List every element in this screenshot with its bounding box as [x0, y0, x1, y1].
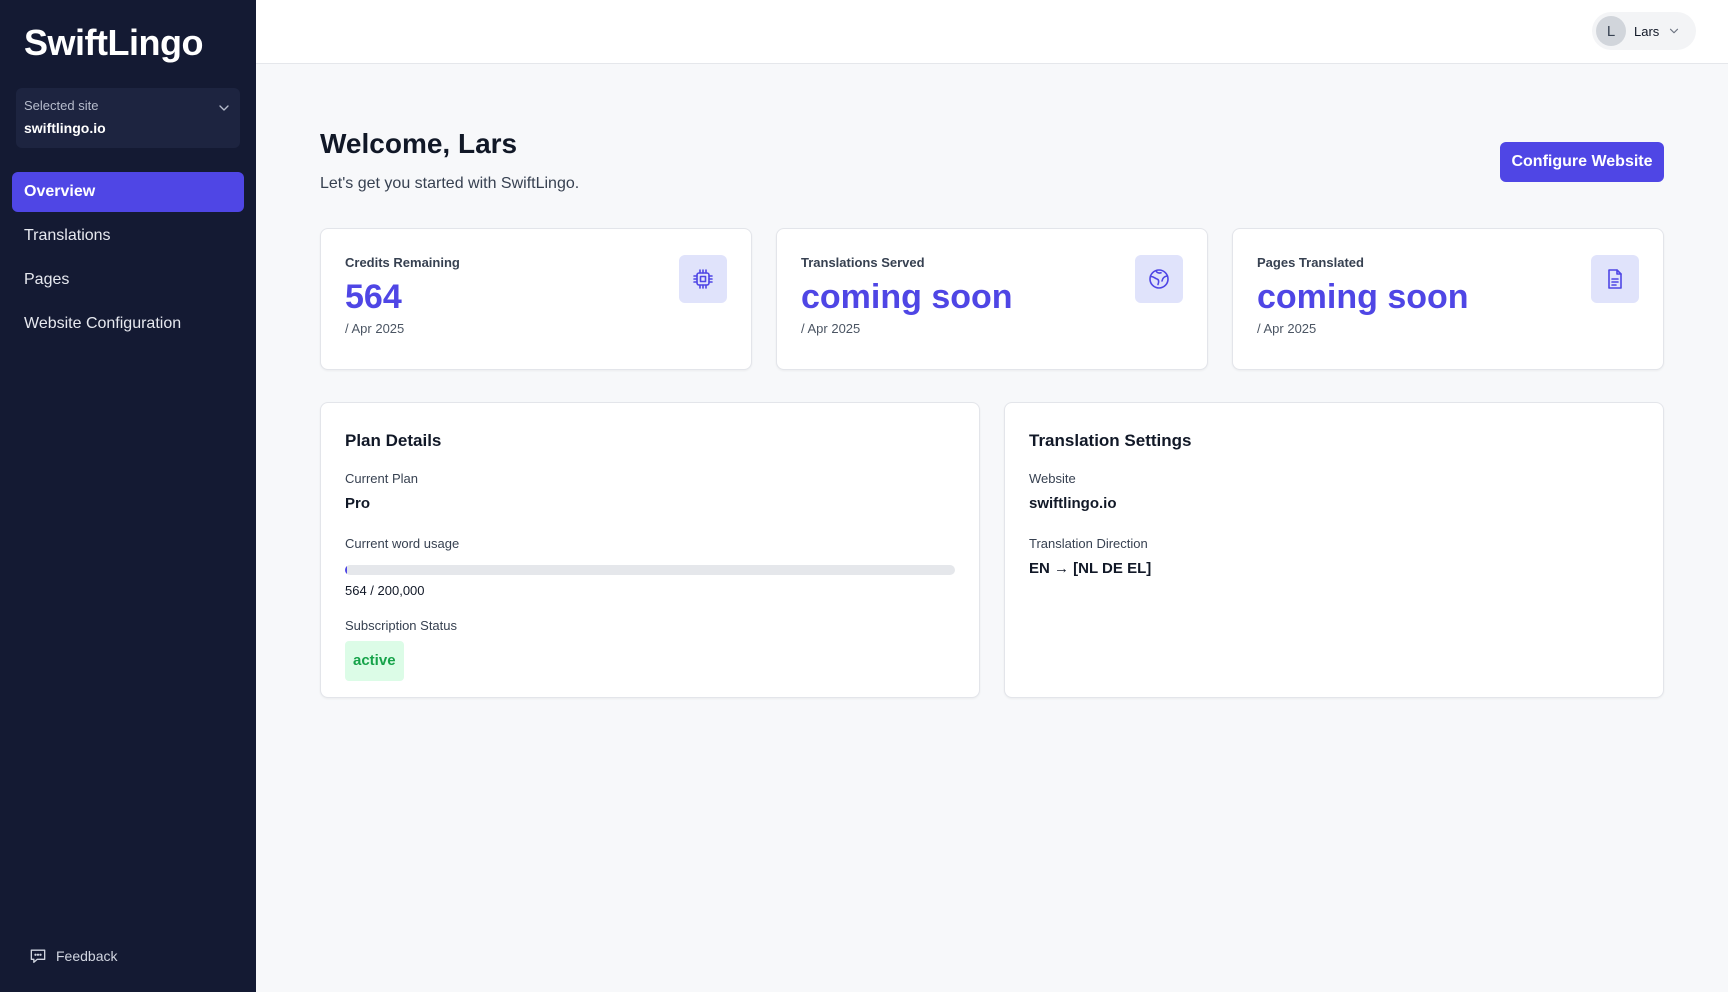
subscription-status-label: Subscription Status — [345, 618, 458, 633]
stat-icon-box — [679, 255, 727, 303]
feedback-link[interactable]: Feedback — [28, 946, 117, 966]
translation-settings-panel: Translation Settings Website swiftlingo.… — [1004, 402, 1664, 698]
site-selector[interactable]: Selected site swiftlingo.io — [16, 88, 240, 148]
status-badge: active — [345, 641, 404, 681]
current-plan-label: Current Plan — [345, 471, 418, 486]
stat-card-credits: Credits Remaining 564 / Apr 2025 — [320, 228, 752, 370]
plan-details-panel: Plan Details Current Plan Pro Current wo… — [320, 402, 980, 698]
avatar: L — [1596, 16, 1626, 46]
sidebar-item-translations[interactable]: Translations — [12, 216, 244, 256]
stat-period: / Apr 2025 — [801, 320, 861, 336]
stat-card-translations-served: Translations Served coming soon / Apr 20… — [776, 228, 1208, 370]
sidebar: SwiftLingo Selected site swiftlingo.io O… — [0, 0, 256, 992]
user-menu[interactable]: L Lars — [1592, 12, 1696, 50]
chat-bubble-icon — [30, 949, 46, 963]
sidebar-item-label: Overview — [24, 183, 96, 200]
stat-value: coming soon — [801, 278, 1013, 316]
word-usage-progress-bar — [345, 565, 955, 575]
stat-value: coming soon — [1257, 278, 1469, 316]
word-usage-label: Current word usage — [345, 536, 460, 551]
word-usage-progress-fill — [345, 565, 347, 575]
chevron-down-icon — [219, 105, 229, 111]
panel-title: Translation Settings — [1029, 431, 1192, 450]
page-title: Welcome, Lars — [320, 128, 518, 159]
sidebar-nav: Overview Translations Pages Website Conf… — [12, 172, 244, 348]
translation-direction-label: Translation Direction — [1029, 536, 1148, 551]
chip-icon — [693, 269, 713, 289]
chevron-down-icon — [1670, 28, 1679, 34]
stat-period: / Apr 2025 — [345, 320, 405, 336]
stat-card-pages-translated: Pages Translated coming soon / Apr 2025 — [1232, 228, 1664, 370]
top-bar: L Lars — [256, 0, 1728, 64]
page-subtitle: Let's get you started with SwiftLingo. — [320, 175, 580, 192]
stat-value: 564 — [345, 278, 402, 316]
website-label: Website — [1029, 471, 1076, 486]
brand-logo: SwiftLingo — [24, 22, 203, 63]
sidebar-item-pages[interactable]: Pages — [12, 260, 244, 300]
stat-icon-box — [1591, 255, 1639, 303]
stat-label: Credits Remaining — [345, 255, 460, 270]
document-icon — [1608, 269, 1622, 289]
user-name: Lars — [1634, 23, 1660, 39]
sidebar-item-overview[interactable]: Overview — [12, 172, 244, 212]
word-usage-text: 564 / 200,000 — [345, 583, 425, 598]
stat-period: / Apr 2025 — [1257, 320, 1317, 336]
globe-icon — [1149, 269, 1169, 289]
current-plan-value: Pro — [345, 495, 371, 512]
stat-label: Pages Translated — [1257, 255, 1364, 270]
sidebar-item-label: Pages — [24, 271, 70, 288]
sidebar-item-label: Translations — [24, 227, 111, 244]
website-value: swiftlingo.io — [1029, 495, 1117, 512]
panel-title: Plan Details — [345, 431, 442, 450]
sidebar-item-website-configuration[interactable]: Website Configuration — [12, 304, 244, 344]
site-selector-value: swiftlingo.io — [24, 120, 106, 136]
translation-direction-value: EN → [NL DE EL] — [1029, 560, 1152, 577]
stat-icon-box — [1135, 255, 1183, 303]
site-selector-label: Selected site — [24, 98, 99, 113]
configure-website-button[interactable]: Configure Website — [1500, 142, 1664, 182]
sidebar-item-label: Website Configuration — [24, 315, 182, 332]
stat-label: Translations Served — [801, 255, 925, 270]
feedback-label: Feedback — [56, 948, 118, 964]
